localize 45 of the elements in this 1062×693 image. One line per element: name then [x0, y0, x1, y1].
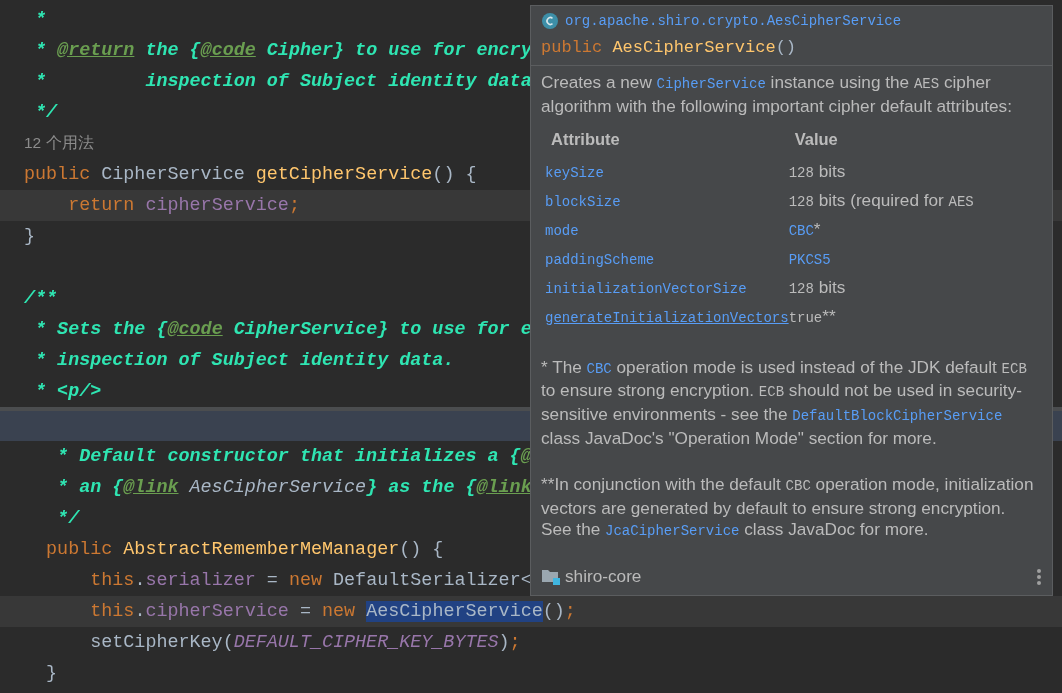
module-name: shiro-core [565, 566, 642, 587]
folder-icon [541, 567, 561, 586]
code-link[interactable]: JcaCipherService [605, 523, 740, 540]
more-icon[interactable] [1036, 567, 1042, 586]
code-line: * [34, 7, 47, 32]
code-line: this.cipherService = new AesCipherService(); [89, 599, 576, 624]
description-text: Creates a new CipherService instance using the AES cipher algorithm with the following important cipher default attributes: [541, 72, 1013, 118]
usage-hint[interactable]: 12 个用法 [24, 133, 94, 154]
code-line: * <p/> [34, 379, 102, 404]
code-line: setCipherKey(DEFAULT_CIPHER_KEY_BYTES); [89, 630, 521, 655]
attribute-value: 128 bits [788, 160, 846, 181]
code-line: /** [24, 286, 58, 311]
code-line: * @return the {@code Cipher} to use for encry [34, 38, 532, 63]
attribute-link[interactable]: generateInitializationVectors [545, 309, 789, 326]
attribute-value: true** [788, 305, 836, 326]
attribute-link[interactable]: initializationVectorSize [545, 280, 747, 297]
code-link[interactable]: DefaultBlockCipherService [792, 408, 1003, 425]
attribute-value: PKCS5 [788, 250, 831, 268]
code-line: */ [56, 506, 80, 531]
attribute-link[interactable]: blockSize [545, 193, 621, 210]
attribute-value: 128 bits [788, 276, 846, 297]
code-link[interactable]: CipherService [656, 76, 766, 92]
column-header: Attribute [550, 128, 621, 150]
attribute-link[interactable]: mode [545, 222, 579, 239]
package-link[interactable]: org.apache.shiro.crypto.AesCipherService [565, 13, 902, 29]
attribute-link[interactable]: keySize [545, 164, 604, 181]
code-line: public AbstractRememberMeManager() { [45, 537, 444, 562]
attribute-value: 128 bits (required for AES [788, 189, 974, 210]
note-text: **In conjunction with the default CBC operation mode, initialization vectors are generated by default to ensure strong encryption. See the JcaCipherService class JavaDoc for more. [541, 473, 1035, 542]
code-line: } [45, 661, 58, 686]
method-signature: public AesCipherService() [541, 38, 797, 57]
code-line: this.serializer = new DefaultSerializer< [89, 568, 532, 593]
code-line: } [24, 224, 36, 249]
attribute-link[interactable]: paddingScheme [545, 251, 655, 268]
code-line: */ [34, 100, 58, 125]
code-line: return cipherService; [67, 193, 300, 218]
code-line: * inspection of Subject identity data [34, 69, 532, 94]
column-header: Value [793, 128, 839, 150]
code-line: * inspection of Subject identity data. [34, 348, 455, 373]
class-icon [541, 12, 559, 30]
code-link[interactable]: CBC [586, 360, 612, 377]
note-text: * The CBC operation mode is used instead of the JDK default ECB to ensure strong encryption. ECB should not be used in security-sensitive environments - see the DefaultBlockCipherService class JavaDoc's "Operation Mode" section for more. [541, 356, 1028, 450]
code-line: * an {@link AesCipherService} as the {@link [56, 475, 532, 500]
attribute-value: CBC* [788, 218, 821, 239]
code-line: public CipherService getCipherService() { [24, 162, 477, 187]
